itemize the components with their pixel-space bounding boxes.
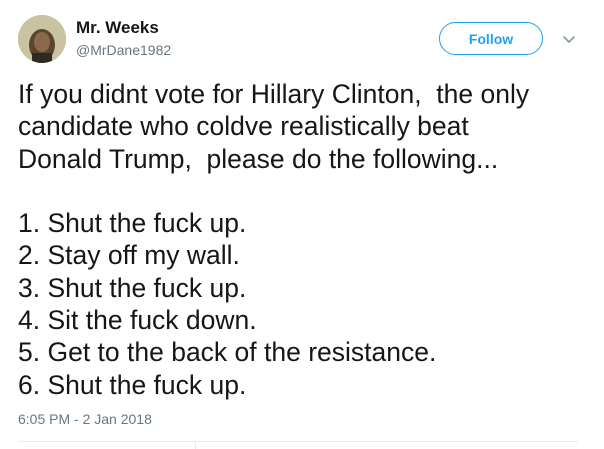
avatar[interactable] xyxy=(18,15,66,63)
tweet-text-line xyxy=(18,175,588,207)
tweet-text-line: If you didnt vote for Hillary Clinton, t… xyxy=(18,79,530,109)
divider xyxy=(195,441,196,449)
tweet-timestamp[interactable]: 6:05 PM - 2 Jan 2018 xyxy=(18,411,152,427)
tweet-text-line: 3. Shut the fuck up. xyxy=(18,272,247,303)
tweet-text-line: 1. Shut the fuck up. xyxy=(18,208,247,239)
user-handle[interactable]: @MrDane1982 xyxy=(76,42,171,58)
follow-button[interactable]: Follow xyxy=(439,22,543,55)
tweet-text-line: 6. Shut the fuck up. xyxy=(18,369,247,400)
avatar-image xyxy=(18,15,66,63)
tweet-text-line: 5. Get to the back of the resistance. xyxy=(18,337,437,368)
tweet-text-line: Donald Trump, please do the following... xyxy=(18,143,499,174)
tweet-text-line: 4. Sit the fuck down. xyxy=(18,305,257,336)
tweet-text-line: candidate who coldve realistically beat xyxy=(18,111,469,142)
tweet-text-line: 2. Stay off my wall. xyxy=(18,240,240,271)
display-name[interactable]: Mr. Weeks xyxy=(76,18,159,38)
divider xyxy=(18,441,578,442)
tweet-text: If you didnt vote for Hillary Clinton, t… xyxy=(18,78,588,401)
tweet-card: Mr. Weeks @MrDane1982 Follow If you didn… xyxy=(0,0,604,449)
chevron-down-icon[interactable] xyxy=(561,32,577,46)
